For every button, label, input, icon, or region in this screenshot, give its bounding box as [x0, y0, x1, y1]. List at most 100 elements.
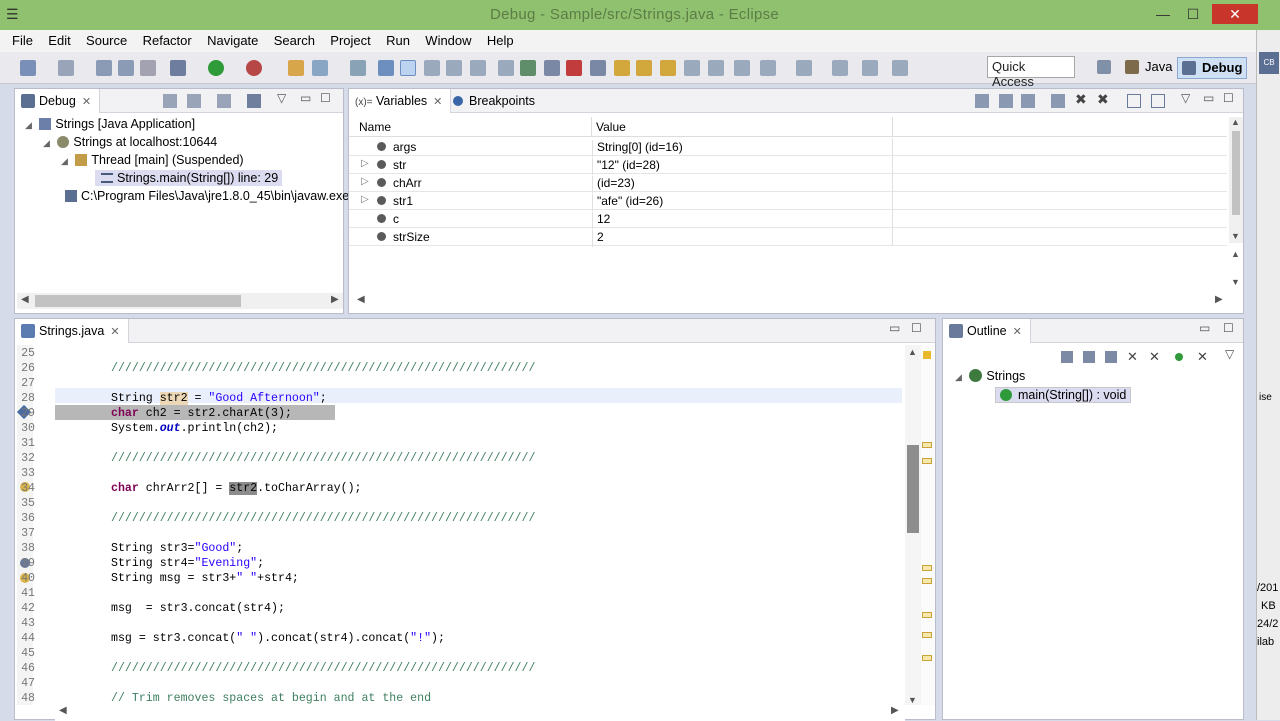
annotation-icon[interactable] — [350, 60, 366, 76]
annotation-marker[interactable] — [922, 655, 932, 661]
code-line[interactable]: msg = str3.concat(" ").concat(str4).conc… — [111, 632, 445, 645]
tab-debug[interactable]: Debug ✕ — [15, 89, 101, 113]
remove-all-icon[interactable] — [187, 94, 201, 108]
menu-navigate[interactable]: Navigate — [201, 30, 264, 48]
quick-access-input[interactable]: Quick Access — [987, 56, 1075, 89]
outline-class-item[interactable]: ◢ Strings — [955, 369, 1025, 383]
minimize-button[interactable]: — — [1150, 4, 1176, 24]
code-line[interactable]: ////////////////////////////////////////… — [111, 512, 535, 525]
run-icon[interactable] — [208, 60, 224, 76]
perspective-java-button[interactable]: Java — [1121, 57, 1176, 79]
code-line[interactable]: msg = str3.concat(str4); — [111, 602, 285, 615]
code-line[interactable]: String str4="Evening"; — [111, 557, 264, 570]
tab-strings-java[interactable]: Strings.java ✕ — [15, 319, 129, 343]
variable-row[interactable]: ▷ str "12" (id=28) — [349, 156, 1227, 175]
code-line[interactable]: char ch2 = str2.charAt(3); — [111, 407, 292, 420]
search-icon[interactable] — [312, 60, 328, 76]
menu-refactor[interactable]: Refactor — [137, 30, 198, 48]
menu-search[interactable]: Search — [268, 30, 321, 48]
variables-vertical-scrollbar[interactable]: ▲ ▼ — [1229, 117, 1243, 243]
navigate-forward-icon[interactable] — [892, 60, 908, 76]
tree-item-process[interactable]: C:\Program Files\Java\jre1.8.0_45\bin\ja… — [61, 189, 366, 203]
menu-help[interactable]: Help — [481, 30, 520, 48]
maximize-view-icon[interactable]: ☐ — [320, 91, 331, 105]
code-line[interactable]: ////////////////////////////////////////… — [111, 662, 535, 675]
use-step-filters-icon[interactable] — [684, 60, 700, 76]
menu-window[interactable]: Window — [419, 30, 477, 48]
remove-all-variables-icon[interactable]: ✖ — [1097, 91, 1109, 108]
print-icon[interactable] — [140, 60, 156, 76]
new-icon[interactable] — [20, 60, 36, 76]
sort-icon[interactable] — [1061, 351, 1073, 363]
step-over-icon[interactable] — [636, 60, 652, 76]
whitespace-icon[interactable] — [470, 60, 486, 76]
view-menu-icon[interactable]: ▽ — [1181, 91, 1190, 105]
forward-icon[interactable] — [862, 60, 878, 76]
collapse-all-icon[interactable] — [1021, 94, 1035, 108]
code-line[interactable]: String str2 = "Good Afternoon"; — [111, 392, 327, 405]
expand-icon[interactable]: ▷ — [361, 158, 369, 169]
tab-variables[interactable]: (x)= Variables ✕ — [349, 89, 452, 113]
close-tab-icon[interactable]: ✕ — [1013, 326, 1022, 338]
focus-icon[interactable]: ✕ — [1197, 349, 1208, 365]
debug-menu-icon[interactable] — [247, 94, 261, 108]
tree-item-stackframe[interactable]: Strings.main(String[]) line: 29 — [95, 170, 283, 186]
menu-file[interactable]: File — [0, 30, 39, 48]
disconnect-icon[interactable] — [590, 60, 606, 76]
external-tools-icon[interactable] — [708, 60, 724, 76]
expand-icon[interactable]: ▷ — [361, 194, 369, 205]
code-line[interactable]: System.out.println(ch2); — [111, 422, 278, 435]
variables-horizontal-scrollbar[interactable]: ◀ ▶ — [351, 293, 1227, 309]
close-button[interactable]: ✕ — [1212, 4, 1258, 24]
step-into-icon[interactable] — [614, 60, 630, 76]
menu-project[interactable]: Project — [324, 30, 376, 48]
code-line[interactable]: // Trim removes spaces at begin and at t… — [111, 692, 431, 705]
open-type-icon[interactable] — [288, 60, 304, 76]
scroll-thumb[interactable] — [35, 295, 241, 307]
next-annotation-icon[interactable] — [734, 60, 750, 76]
annotation-marker[interactable] — [922, 458, 932, 464]
pin-view-icon[interactable] — [1151, 94, 1165, 108]
minimize-view-icon[interactable]: ▭ — [889, 321, 900, 335]
tree-item-vm[interactable]: ◢ Strings at localhost:10644 — [43, 135, 217, 149]
highlight-icon[interactable] — [400, 60, 416, 76]
select-all-icon[interactable] — [1051, 94, 1065, 108]
annotation-marker[interactable] — [922, 442, 932, 448]
variable-row[interactable]: ▷ chArr (id=23) — [349, 174, 1227, 193]
hide-non-public-icon[interactable]: ✕ — [1149, 349, 1160, 365]
toggle-mark-icon[interactable] — [424, 60, 440, 76]
editor-vertical-scrollbar[interactable]: ▲ ▼ — [905, 345, 921, 705]
tab-breakpoints[interactable]: Breakpoints — [445, 89, 543, 113]
close-tab-icon[interactable]: ✕ — [82, 96, 91, 108]
annotation-marker[interactable] — [922, 578, 932, 584]
minimize-view-icon[interactable]: ▭ — [1199, 321, 1210, 335]
minimize-view-icon[interactable]: ▭ — [300, 91, 311, 105]
hide-local-types-icon[interactable] — [1175, 353, 1183, 361]
maximize-view-icon[interactable]: ☐ — [1223, 91, 1234, 105]
code-line[interactable]: String msg = str3+" "+str4; — [111, 572, 299, 585]
show-logical-structure-icon[interactable] — [999, 94, 1013, 108]
scroll-thumb[interactable] — [907, 445, 919, 533]
last-edit-icon[interactable] — [796, 60, 812, 76]
view-menu-icon[interactable]: ▽ — [277, 91, 286, 105]
block-selection-icon[interactable] — [446, 60, 462, 76]
expand-icon[interactable]: ▷ — [361, 176, 369, 187]
close-tab-icon[interactable]: ✕ — [433, 96, 442, 108]
annotation-marker[interactable] — [922, 612, 932, 618]
menu-edit[interactable]: Edit — [42, 30, 76, 48]
close-tab-icon[interactable]: ✕ — [110, 326, 119, 338]
menu-run[interactable]: Run — [380, 30, 416, 48]
editor-horizontal-scrollbar[interactable]: ◀ ▶ — [55, 705, 905, 721]
debug-horizontal-scrollbar[interactable]: ◀ ▶ — [17, 293, 343, 309]
maximize-view-icon[interactable]: ☐ — [911, 321, 922, 335]
save-all-icon[interactable] — [118, 60, 134, 76]
show-type-names-icon[interactable] — [975, 94, 989, 108]
remove-terminated-icon[interactable] — [163, 94, 177, 108]
variable-row[interactable]: strSize 2 — [349, 228, 1227, 247]
detail-scrollbar[interactable]: ▲ ▼ — [1229, 249, 1243, 289]
open-icon[interactable] — [58, 60, 74, 76]
maximize-view-icon[interactable]: ☐ — [1223, 321, 1234, 335]
view-menu-icon[interactable]: ▽ — [1225, 347, 1234, 361]
step-return-icon[interactable] — [660, 60, 676, 76]
variable-row[interactable]: ▷ str1 "afe" (id=26) — [349, 192, 1227, 211]
